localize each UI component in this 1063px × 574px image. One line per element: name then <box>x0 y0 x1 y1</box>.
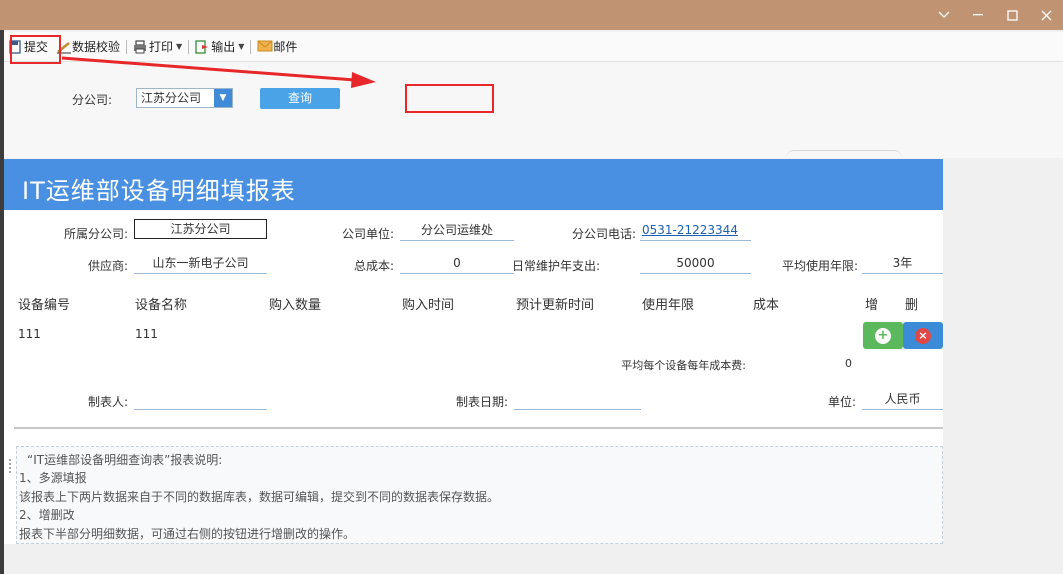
note-line: “IT运维部设备明细查询表”报表说明: <box>27 453 223 467</box>
toolbar-divider <box>188 39 190 54</box>
window-controls <box>927 0 1063 30</box>
annotation-box-target <box>405 84 494 113</box>
branch-field[interactable]: 江苏分公司 <box>134 219 267 239</box>
cell-device-no[interactable]: 111 <box>18 327 41 341</box>
maker-label: 制表人: <box>87 395 128 409</box>
validate-label: 数据校验 <box>72 40 121 54</box>
currency-field[interactable]: 人民币 <box>862 388 943 410</box>
resize-grip-icon[interactable] <box>8 458 12 474</box>
maintenance-label: 日常维护年支出: <box>512 259 601 273</box>
phone-label: 分公司电话: <box>571 227 636 241</box>
column-header-service-years: 使用年限 <box>642 298 695 313</box>
caret-down-icon: ▼ <box>238 42 245 51</box>
column-header-device-name: 设备名称 <box>135 298 188 313</box>
total-cost-field[interactable]: 0 <box>400 252 514 274</box>
plus-icon: + <box>875 327 891 344</box>
add-row-button[interactable]: + <box>863 322 903 349</box>
printer-icon <box>133 39 147 54</box>
toolbar-divider <box>126 39 128 54</box>
close-icon[interactable] <box>1029 0 1063 30</box>
query-button[interactable]: 查询 <box>260 88 340 109</box>
column-header-quantity: 购入数量 <box>269 298 322 313</box>
unit-label: 公司单位: <box>341 227 394 241</box>
unit-field[interactable]: 分公司运维处 <box>400 219 514 241</box>
branch-filter-label: 分公司: <box>72 93 113 107</box>
date-label: 制表日期: <box>455 395 508 409</box>
report-title: IT运维部设备明细填报表 <box>22 177 296 205</box>
minimize-icon[interactable] <box>961 0 995 30</box>
export-button[interactable]: 输出 ▼ <box>191 36 248 58</box>
note-line: 该报表上下两片数据来自于不同的数据库表，数据可编辑，提交到不同的数据表保存数据。 <box>19 490 500 504</box>
maintenance-field[interactable]: 50000 <box>640 252 751 274</box>
report-header: IT运维部设备明细填报表 <box>4 159 943 210</box>
export-label: 输出 <box>211 40 236 54</box>
export-icon <box>195 39 209 54</box>
supplier-label: 供应商: <box>87 259 128 273</box>
date-field[interactable] <box>514 388 641 410</box>
column-header-delete: 删 <box>905 298 919 313</box>
column-header-add: 增 <box>865 298 879 313</box>
avg-cost-label: 平均每个设备每年成本费: <box>621 359 746 372</box>
maximize-icon[interactable] <box>995 0 1029 30</box>
caret-down-icon: ▼ <box>176 42 183 51</box>
column-header-cost: 成本 <box>753 298 780 313</box>
note-line: 2、增删改 <box>19 508 75 522</box>
report-notes: “IT运维部设备明细查询表”报表说明: 1、多源填报 该报表上下两片数据来自于不… <box>16 446 943 544</box>
print-button[interactable]: 打印 ▼ <box>129 36 186 58</box>
column-header-purchase-time: 购入时间 <box>402 298 455 313</box>
branch-select-value: 江苏分公司 <box>141 91 202 105</box>
phone-field[interactable]: 0531-21223344 <box>640 219 751 241</box>
column-header-device-no: 设备编号 <box>18 298 71 313</box>
mail-button[interactable]: 邮件 <box>253 36 301 58</box>
validate-button[interactable]: 数据校验 <box>52 36 124 58</box>
annotation-box-submit <box>10 35 61 64</box>
branch-label: 所属分公司: <box>63 227 128 241</box>
section-divider <box>14 427 943 429</box>
column-header-renewal-time: 预计更新时间 <box>516 298 595 313</box>
toolbar: 提交 数据校验 打印 ▼ 输出 ▼ 邮件 <box>4 32 1063 62</box>
supplier-field[interactable]: 山东一新电子公司 <box>134 252 267 274</box>
currency-label: 单位: <box>827 395 856 409</box>
cell-device-name[interactable]: 111 <box>135 327 158 341</box>
avg-years-field[interactable]: 3年 <box>862 252 943 274</box>
mail-label: 邮件 <box>273 40 298 54</box>
total-cost-label: 总成本: <box>353 259 394 273</box>
envelope-icon <box>257 40 273 54</box>
window-titlebar <box>0 0 1063 30</box>
maker-field[interactable] <box>134 388 267 410</box>
note-line: 1、多源填报 <box>19 471 87 485</box>
avg-years-label: 平均使用年限: <box>781 259 858 273</box>
chevron-down-icon[interactable]: ▼ <box>214 89 232 107</box>
branch-select[interactable]: 江苏分公司 ▼ <box>136 88 233 108</box>
note-line: 报表下半部分明细数据，可通过右侧的按钮进行增删改的操作。 <box>19 527 356 541</box>
delete-row-button[interactable]: × <box>903 322 943 349</box>
chevron-down-icon[interactable] <box>927 0 961 30</box>
print-label: 打印 <box>149 40 174 54</box>
collapse-handle[interactable] <box>786 150 902 158</box>
toolbar-divider <box>250 39 252 54</box>
filter-bar: 分公司: 江苏分公司 ▼ 查询 <box>4 62 1063 158</box>
delete-icon: × <box>915 327 931 344</box>
avg-cost-value: 0 <box>845 357 852 370</box>
